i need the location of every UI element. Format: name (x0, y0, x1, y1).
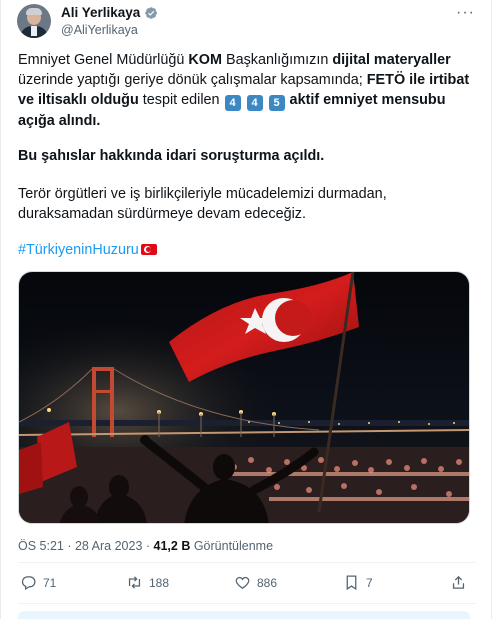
like-icon (235, 576, 250, 589)
hashtag-link[interactable]: #TürkiyeninHuzuru (18, 242, 139, 258)
views-count: 41,2 B (153, 539, 191, 553)
author-name-row: Ali Yerlikaya (61, 5, 158, 20)
hashtag-line: #TürkiyeninHuzuru (18, 240, 473, 260)
like-button[interactable]: 886 (234, 574, 277, 591)
tweet-meta: ÖS 5:21 · 28 Ara 2023 · 41,2 B Görüntüle… (18, 539, 274, 553)
reply-count: 71 (43, 575, 57, 590)
turkey-flag-emoji (140, 244, 157, 255)
bookmark-count: 7 (366, 575, 373, 590)
bookmark-button[interactable]: 7 (343, 574, 373, 591)
tweet-date[interactable]: 28 Ara 2023 (75, 539, 142, 553)
tweet-photo[interactable] (18, 271, 470, 524)
author-name[interactable]: Ali Yerlikaya (61, 5, 140, 20)
repost-icon (128, 576, 141, 589)
views-label: Görüntülenme (190, 539, 274, 553)
avatar[interactable] (17, 4, 51, 38)
keycap-digit: 5 (268, 95, 285, 111)
more-icon[interactable]: ··· (456, 4, 475, 22)
keycap-digit: 4 (224, 95, 241, 111)
tweet-card: Ali Yerlikaya @AliYerlikaya ··· Emniyet … (0, 0, 492, 619)
verified-badge-icon (145, 6, 158, 19)
tweet-time[interactable]: ÖS 5:21 (18, 539, 64, 553)
tweet-paragraph-2: Bu şahıslar hakkında idari soruşturma aç… (18, 148, 325, 164)
reply-icon (21, 576, 36, 591)
tweet-paragraph-1: Emniyet Genel Müdürlüğü KOM Başkanlığımı… (18, 52, 470, 129)
repost-button[interactable]: 188 (126, 574, 169, 591)
share-icon (452, 575, 465, 589)
divider (18, 562, 476, 563)
divider (18, 603, 476, 604)
bookmark-icon (346, 575, 357, 591)
repost-count: 188 (149, 575, 170, 590)
author-handle[interactable]: @AliYerlikaya (61, 23, 138, 37)
tweet-paragraph-3: Terör örgütleri ve iş birlikçileriyle mü… (18, 186, 387, 222)
reply-button[interactable]: 71 (20, 574, 56, 591)
share-button[interactable] (450, 574, 467, 591)
reply-composer-preview[interactable] (18, 611, 470, 619)
action-bar: 71 188 886 7 (18, 574, 476, 598)
keycap-digit: 4 (246, 95, 263, 111)
like-count: 886 (257, 575, 278, 590)
night-bridge-flag-photo (19, 272, 469, 523)
